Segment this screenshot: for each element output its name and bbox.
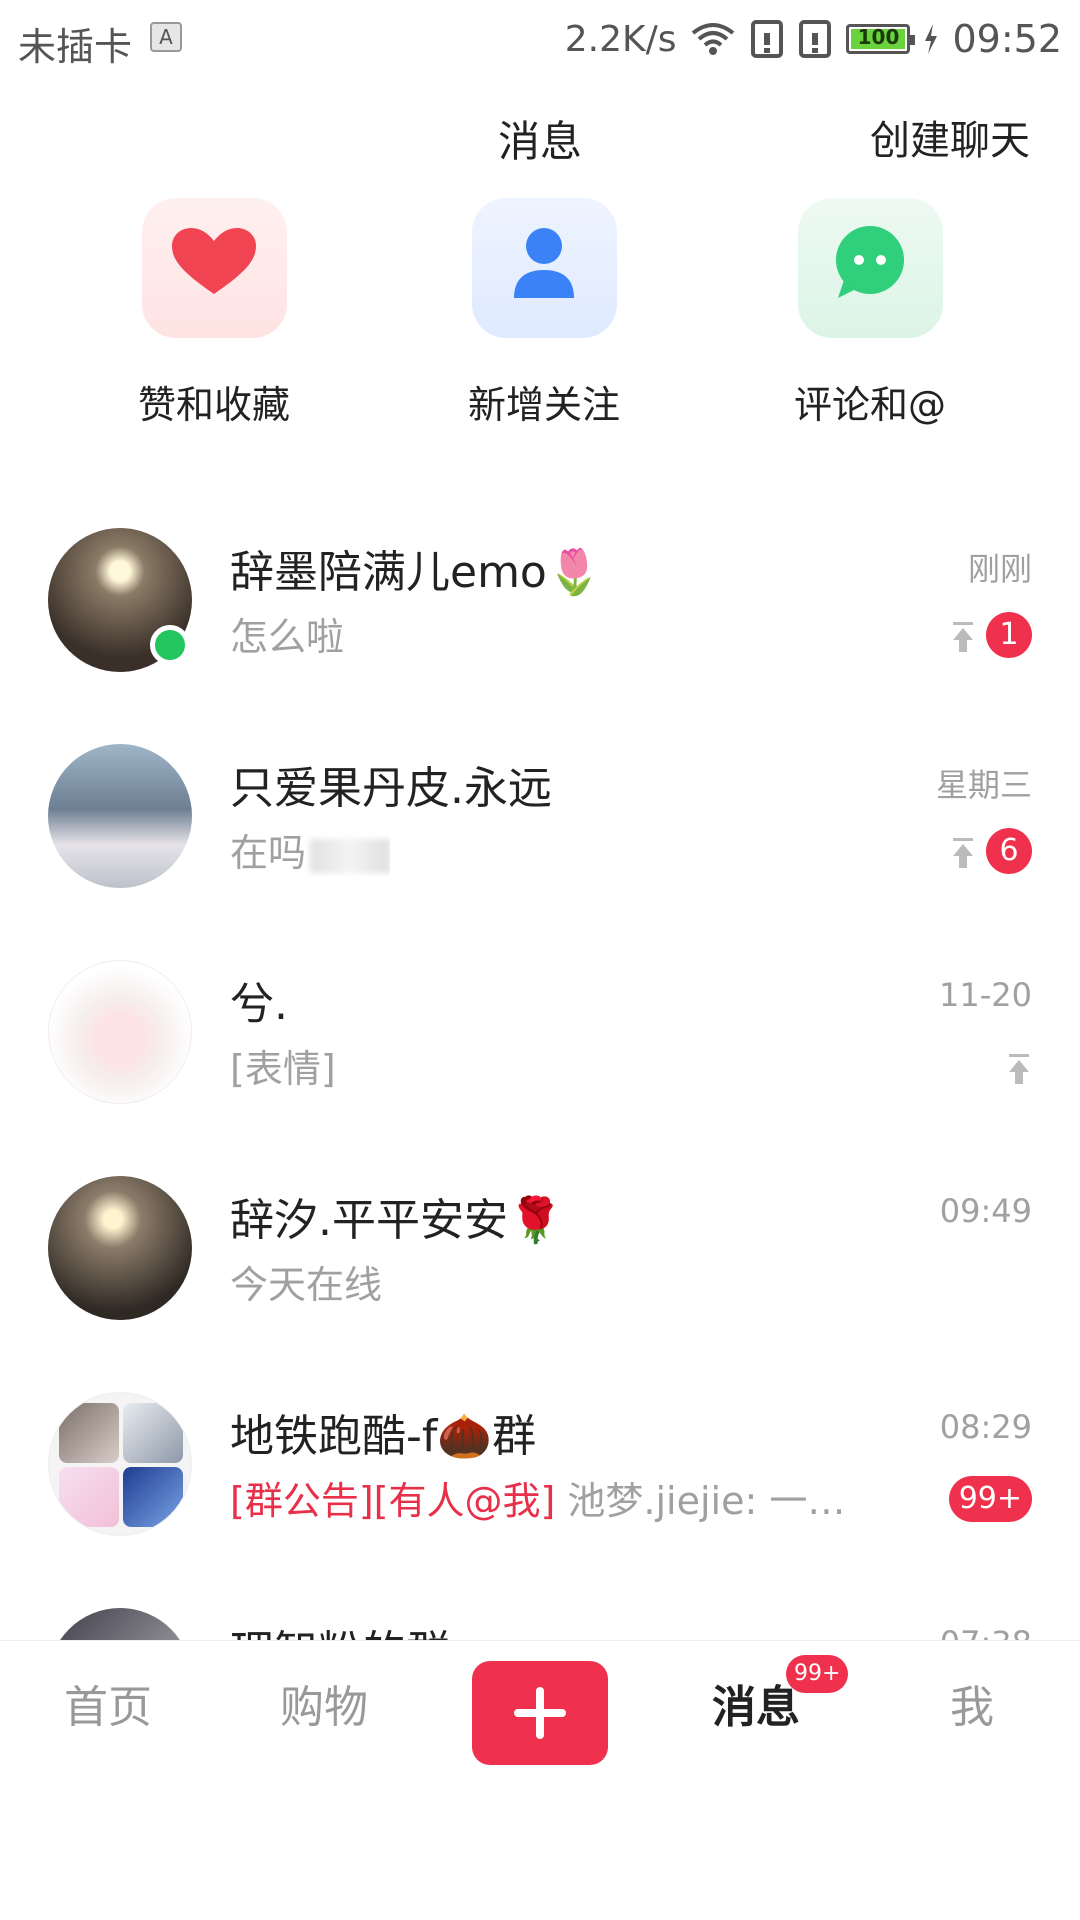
chat-name: 地铁跑酷-f🌰群 [230,1411,537,1462]
chat-time: 07:38 [940,1624,1032,1640]
person-icon [513,228,574,298]
new-followers-label: 新增关注 [467,383,620,427]
chat-preview: 今天在线 [230,1263,383,1307]
chat-row[interactable]: 地铁跑酷-f🌰群 [群公告][有人@我] 池梦.jiejie: 一… 08:29… [0,1364,1080,1580]
nav-shop[interactable]: 购物 [254,1671,394,1735]
avatar [48,1608,192,1640]
battery-icon: 100 [846,24,916,54]
header: 消息 创建聊天 [0,78,1080,198]
chat-preview: [表情] [230,1047,336,1091]
nav-me[interactable]: 我 [902,1671,1042,1735]
pin-icon [953,622,973,652]
chat-name: 兮. [230,979,288,1030]
charging-icon [925,24,938,54]
quick-actions: 赞和收藏 新增关注 评论和@ [0,198,1080,438]
chat-time: 星期三 [935,766,1032,804]
carrier-label: 未插卡 [18,25,133,69]
new-followers-button[interactable]: 新增关注 [424,198,664,429]
chat-time: 08:29 [939,1408,1032,1446]
group-avatar [48,1392,192,1536]
status-bar: 未插卡 A 2.2K/s 100 09:52 [0,0,1080,78]
mention-tags: [群公告][有人@我] [230,1479,556,1523]
avatar [48,1176,192,1320]
battery-level: 100 [857,25,900,49]
chat-time: 11-20 [939,976,1032,1014]
chat-tile [797,198,943,338]
heart-icon [171,228,256,294]
person-tile [471,198,617,338]
avatar [48,960,192,1104]
chat-preview: 在吗 [230,822,391,877]
status-right: 2.2K/s 100 09:52 [565,14,1062,64]
pin-icon [953,838,973,868]
likes-and-favorites-label: 赞和收藏 [137,383,290,427]
unread-badge: 99+ [948,1476,1032,1522]
network-speed: 2.2K/s [564,18,677,60]
messages-badge: 99+ [786,1655,849,1693]
chat-time: 刚刚 [967,550,1032,588]
chat-row[interactable]: 辞墨陪满儿emo🌷 怎么啦 刚刚 1 [0,500,1080,716]
comments-and-mentions-button[interactable]: 评论和@ [750,198,990,429]
chat-name: 辞汐.平平安安🌹 [230,1195,563,1246]
chat-bubble-icon [835,226,904,298]
chat-time: 09:49 [939,1192,1032,1230]
chat-row[interactable]: 理智粉的群 07:38 [0,1580,1080,1640]
tulip-emoji: 🌷 [546,547,602,598]
chat-name: 理智粉的群 [230,1616,450,1640]
online-status-dot [150,625,190,665]
likes-and-favorites-button[interactable]: 赞和收藏 [94,198,334,429]
chat-row[interactable]: 兮. [表情] 11-20 [0,932,1080,1148]
sim-1-icon [751,20,784,58]
pin-icon [1009,1054,1029,1084]
heart-tile [141,198,287,338]
ime-indicator-icon: A [150,22,182,52]
nav-home[interactable]: 首页 [38,1671,178,1735]
add-post-button[interactable] [472,1661,608,1765]
chat-row[interactable]: 只爱果丹皮.永远 在吗 星期三 6 [0,716,1080,932]
comments-and-mentions-label: 评论和@ [793,383,946,427]
unread-badge: 1 [986,612,1032,658]
wifi-icon [692,23,735,55]
chat-name: 只爱果丹皮.永远 [230,763,552,814]
rose-emoji: 🌹 [508,1195,563,1246]
bottom-nav: 首页 购物 消息 99+ 我 [0,1640,1080,1780]
unread-badge: 6 [986,828,1032,874]
chat-name: 辞墨陪满儿emo🌷 [230,547,602,598]
chat-list: 辞墨陪满儿emo🌷 怎么啦 刚刚 1 只爱果丹皮.永远 在吗 星期三 6 兮. … [0,500,1080,1640]
clock: 09:52 [952,17,1062,61]
chat-preview: [群公告][有人@我] 池梦.jiejie: 一… [230,1479,846,1523]
avatar [48,744,192,888]
sim-2-icon [799,20,832,58]
chat-row[interactable]: 辞汐.平平安安🌹 今天在线 09:49 [0,1148,1080,1364]
chestnut-emoji: 🌰 [437,1411,493,1462]
chat-preview: 怎么啦 [230,615,345,659]
blurred-text [310,838,391,873]
create-chat-button[interactable]: 创建聊天 [870,108,1030,166]
